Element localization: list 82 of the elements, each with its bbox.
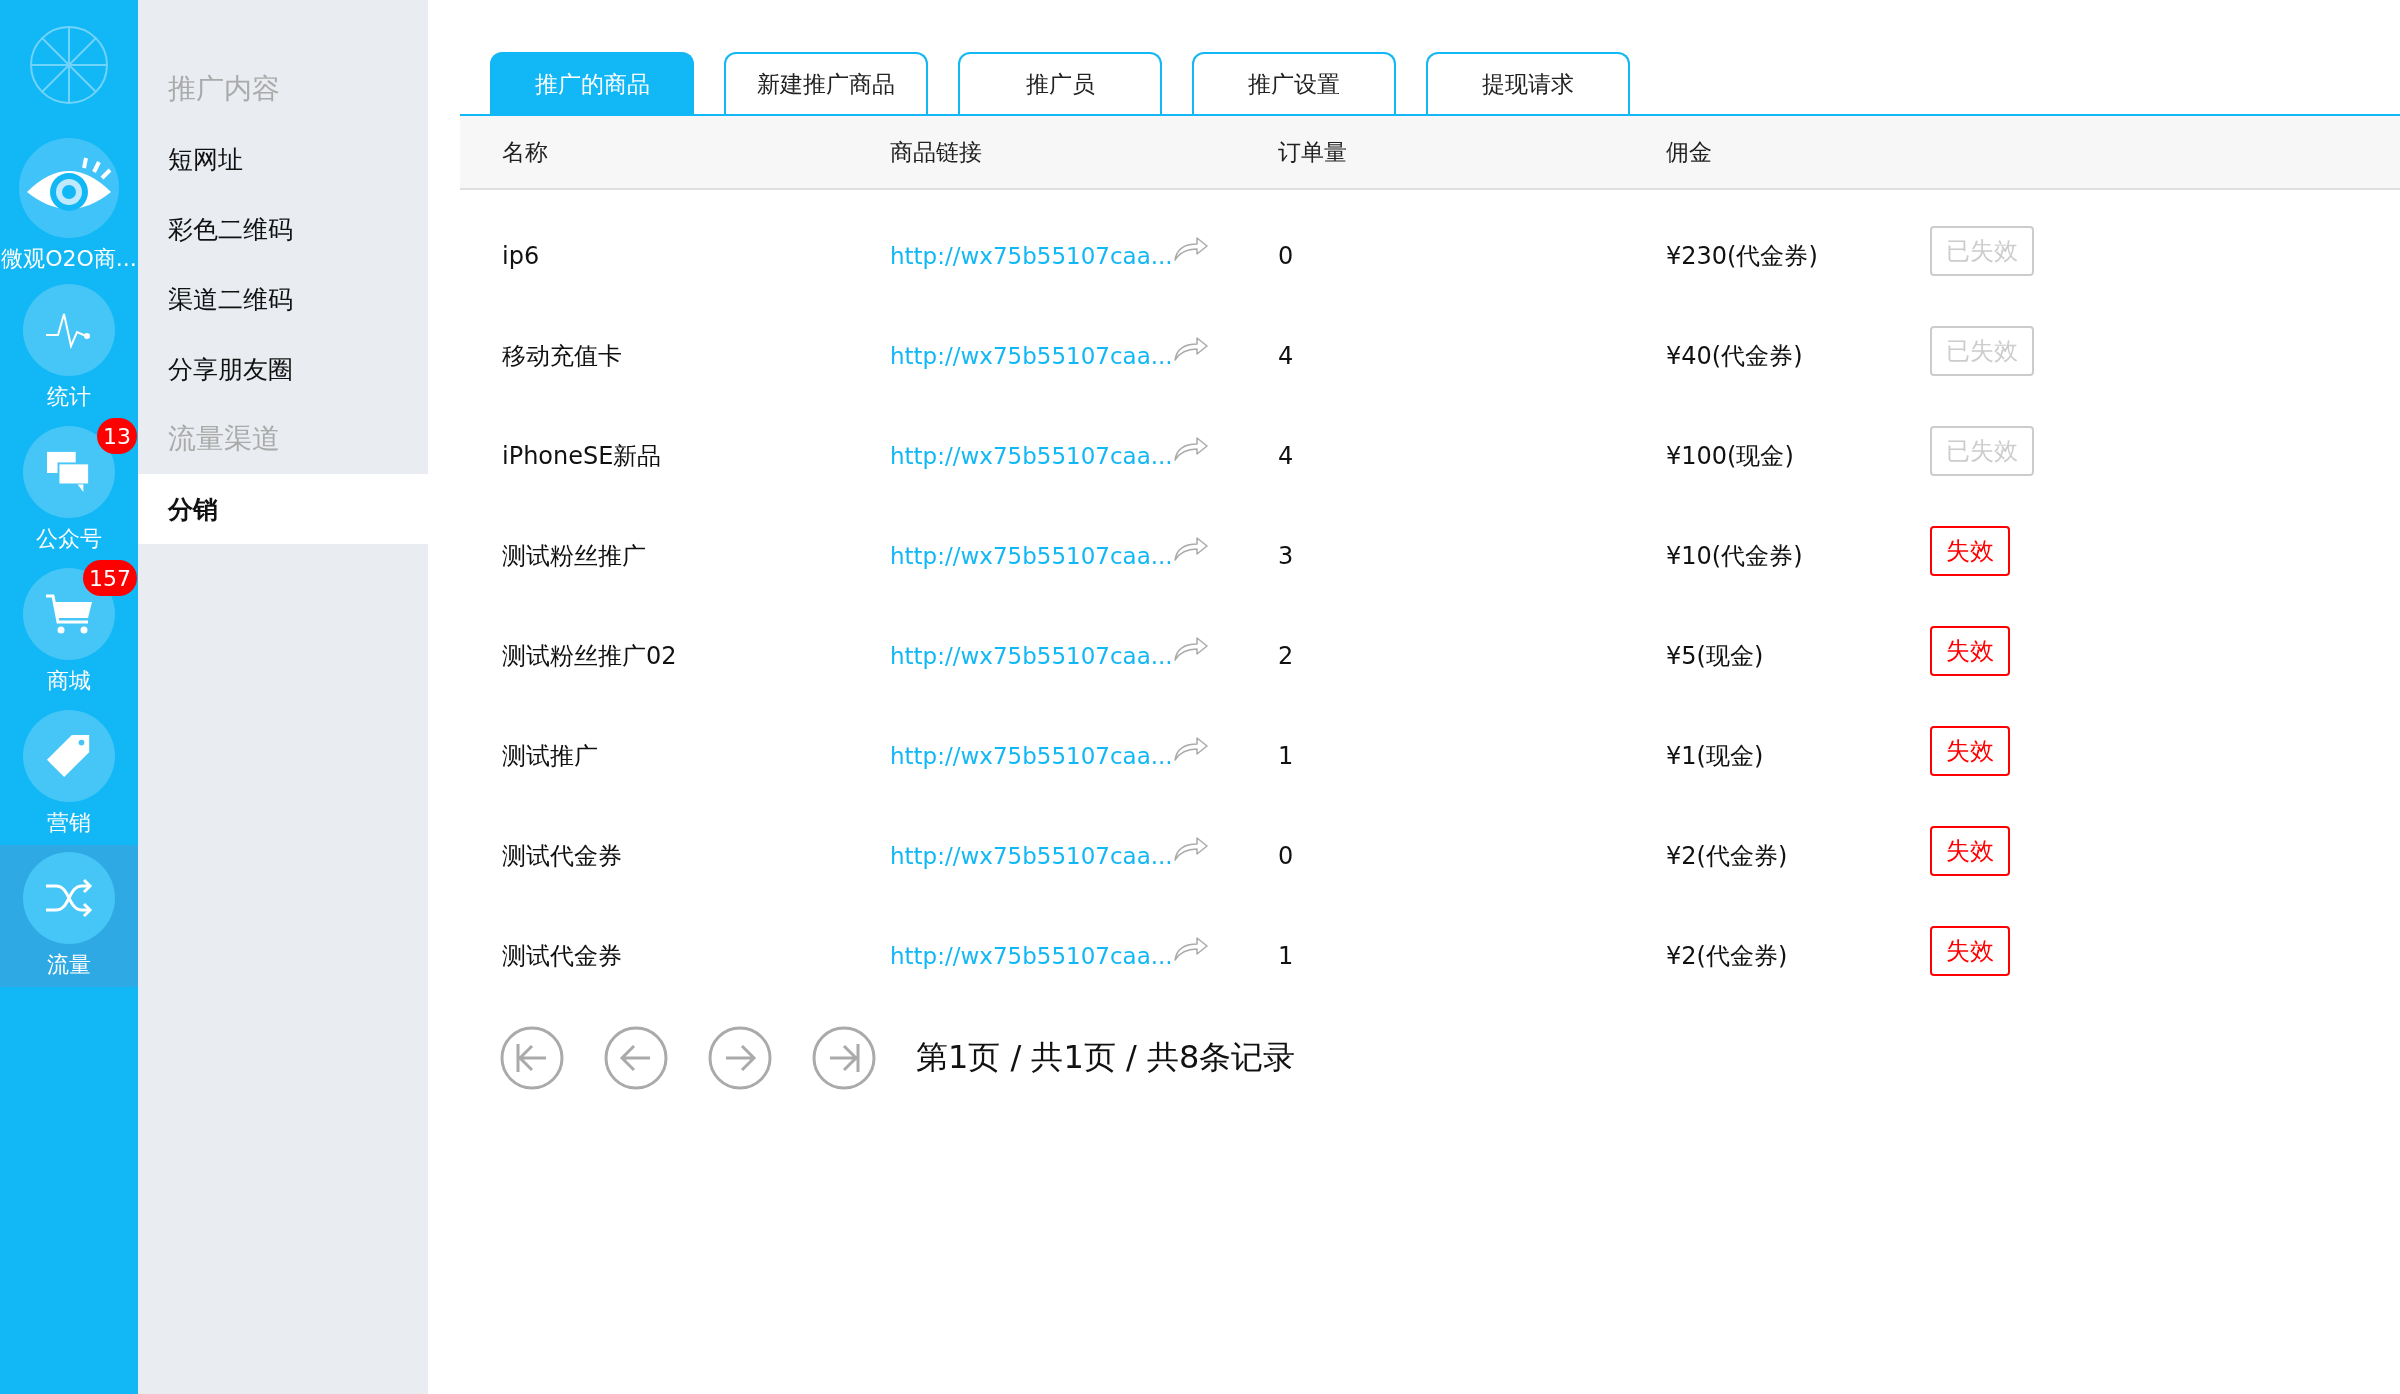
table-cell-text: ¥40(代金券) [1666, 341, 1804, 372]
deactivate-button[interactable]: 失效 [1930, 525, 2010, 576]
table-cell-text: ¥230(代金券) [1666, 241, 1819, 272]
count-badge: 13 [97, 418, 137, 454]
first-page-button[interactable] [500, 1026, 564, 1090]
table-cell-text: 1 [1278, 742, 1295, 770]
product-link[interactable]: http://wx75b55107caa... [890, 243, 1173, 269]
tab[interactable]: 推广设置 [1192, 52, 1396, 114]
deactivate-button[interactable]: 失效 [1930, 725, 2010, 776]
table-cell-text: ¥100(现金) [1666, 441, 1795, 472]
app-nav-item[interactable]: 流量 [0, 845, 138, 987]
menu-item[interactable]: 彩色二维码 [138, 194, 428, 264]
tab[interactable]: 新建推广商品 [724, 52, 928, 114]
menu-section-heading: 流量渠道 [167, 421, 281, 457]
table-cell-text: 0 [1278, 842, 1295, 870]
product-link[interactable]: http://wx75b55107caa... [890, 543, 1173, 569]
table-cell-text: 1 [1278, 942, 1295, 970]
menu-item[interactable]: 分享朋友圈 [138, 334, 428, 404]
table-cell-text: 3 [1278, 542, 1295, 570]
cart-icon [44, 592, 94, 636]
table-cell-text: 4 [1278, 442, 1295, 470]
deactivate-button[interactable]: 失效 [1930, 625, 2010, 676]
nav-label: 统计 [47, 383, 91, 411]
app-nav-item[interactable]: 157 商城 [0, 561, 138, 703]
app-nav-item[interactable]: 营销 [0, 703, 138, 845]
count-badge: 157 [83, 560, 137, 596]
column-header: 名称 [502, 137, 549, 167]
menu-section-heading: 推广内容 [167, 71, 281, 107]
tab[interactable]: 推广的商品 [490, 52, 694, 114]
table-cell-text: 2 [1278, 642, 1295, 670]
product-link[interactable]: http://wx75b55107caa... [890, 643, 1173, 669]
nav-label: 营销 [47, 809, 91, 837]
table-cell-text: ip6 [502, 242, 541, 270]
menu-item[interactable]: 短网址 [138, 124, 428, 194]
table-cell-text: 4 [1278, 342, 1295, 370]
share-arrow-icon[interactable] [1172, 535, 1209, 561]
table-cell-text: 测试粉丝推广 [502, 541, 647, 572]
column-header: 订单量 [1278, 137, 1348, 167]
table-cell-text: 移动充值卡 [502, 341, 623, 372]
table-cell-text: 测试推广 [502, 741, 599, 772]
share-arrow-icon[interactable] [1172, 835, 1209, 861]
product-link[interactable]: http://wx75b55107caa... [890, 743, 1173, 769]
tab[interactable]: 提现请求 [1426, 52, 1630, 114]
share-arrow-icon[interactable] [1172, 735, 1209, 761]
table-cell-text: ¥10(代金券) [1666, 541, 1804, 572]
product-link[interactable]: http://wx75b55107caa... [890, 443, 1173, 469]
table-cell-text: ¥5(现金) [1666, 641, 1765, 672]
app-nav-item[interactable]: 统计 [0, 277, 138, 419]
product-link[interactable]: http://wx75b55107caa... [890, 343, 1173, 369]
table-cell-text: ¥2(代金券) [1666, 841, 1789, 872]
next-page-button[interactable] [708, 1026, 772, 1090]
tab[interactable]: 推广员 [958, 52, 1162, 114]
wheel-logo-icon [29, 25, 109, 105]
app-nav-item[interactable]: 13 公众号 [0, 419, 138, 561]
share-arrow-icon[interactable] [1172, 335, 1209, 361]
nav-label: 商城 [47, 667, 91, 695]
product-link[interactable]: http://wx75b55107caa... [890, 943, 1173, 969]
nav-label: 公众号 [36, 525, 102, 553]
share-arrow-icon[interactable] [1172, 635, 1209, 661]
nav-label: 流量 [47, 951, 91, 979]
column-header: 商品链接 [890, 137, 983, 167]
table-cell-text: iPhoneSE新品 [502, 441, 663, 472]
pagination-summary: 第1页 / 共1页 / 共8条记录 [916, 1037, 1296, 1078]
share-arrow-icon[interactable] [1172, 235, 1209, 261]
nav-label: 微观O2O商... [1, 245, 137, 273]
shuffle-icon [44, 876, 94, 920]
share-arrow-icon[interactable] [1172, 935, 1209, 961]
table-cell-text: 0 [1278, 242, 1295, 270]
table-cell-text: ¥2(代金券) [1666, 941, 1789, 972]
table-cell-text: 测试粉丝推广02 [502, 641, 678, 672]
table-cell-text: 测试代金券 [502, 841, 623, 872]
table-cell-text: ¥1(现金) [1666, 741, 1765, 772]
menu-item[interactable]: 分销 [138, 474, 428, 544]
deactivate-button[interactable]: 失效 [1930, 825, 2010, 876]
last-page-button[interactable] [812, 1026, 876, 1090]
previous-page-button[interactable] [604, 1026, 668, 1090]
product-link[interactable]: http://wx75b55107caa... [890, 843, 1173, 869]
menu-item[interactable]: 渠道二维码 [138, 264, 428, 334]
deactivate-button[interactable]: 失效 [1930, 925, 2010, 976]
share-arrow-icon[interactable] [1172, 435, 1209, 461]
table-cell-text: 测试代金券 [502, 941, 623, 972]
column-header: 佣金 [1666, 137, 1713, 167]
